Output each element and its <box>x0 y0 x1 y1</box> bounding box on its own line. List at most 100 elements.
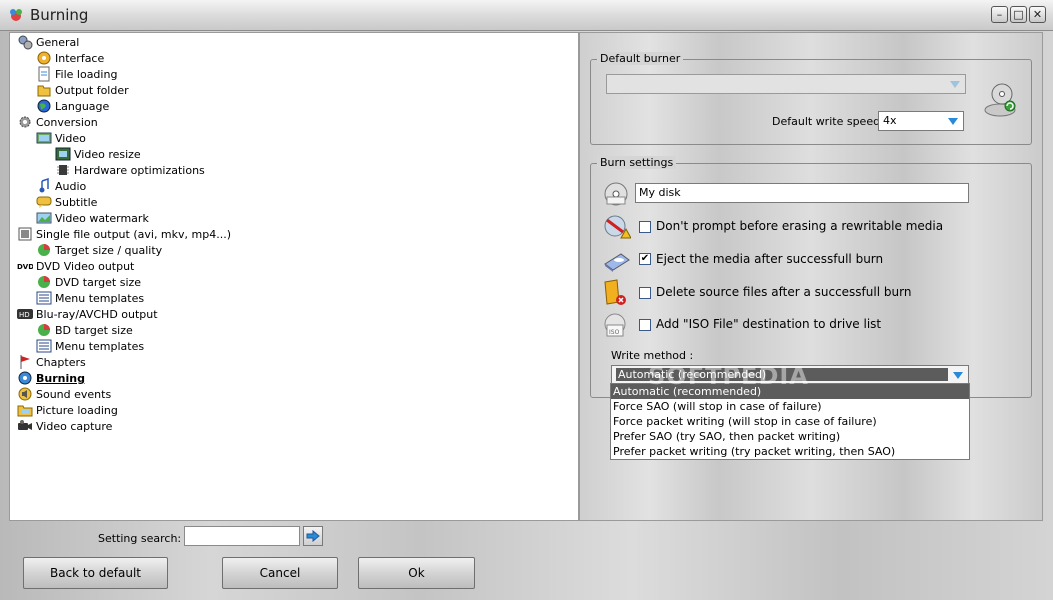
tree-item[interactable]: Video <box>36 130 86 146</box>
dont-prompt-erase-label: Don't prompt before erasing a rewritable… <box>656 219 944 233</box>
tree-item-label: Target size / quality <box>55 243 163 257</box>
tree-item[interactable]: Video capture <box>17 418 112 434</box>
tree-item-label: Menu templates <box>55 339 145 353</box>
burn-settings-title: Burn settings <box>597 156 677 169</box>
tree-item[interactable]: Output folder <box>36 82 129 98</box>
tree-item-label: DVD Video output <box>36 259 135 273</box>
setting-search-input[interactable] <box>184 526 300 546</box>
speech-bubble-icon <box>36 196 52 208</box>
tree-item[interactable]: BD target size <box>36 322 133 338</box>
tree-item[interactable]: Video watermark <box>36 210 149 226</box>
tree-item-label: General <box>36 35 80 49</box>
cancel-button[interactable]: Cancel <box>222 557 338 589</box>
hd-badge-icon: HD <box>17 309 33 319</box>
tree-item[interactable]: File loading <box>36 66 117 82</box>
eject-media-checkbox[interactable]: ✔ <box>639 253 651 265</box>
checkmark: ✔ <box>640 253 650 264</box>
default-burner-title: Default burner <box>597 52 684 65</box>
tree-item-label: File loading <box>55 67 118 81</box>
delete-files-icon <box>604 279 626 305</box>
chevron-down-icon <box>948 118 958 125</box>
dont-prompt-erase-checkbox[interactable] <box>639 221 651 233</box>
tree-item-label: Subtitle <box>55 195 98 209</box>
folder-icon <box>37 85 51 97</box>
hardware-chip-icon <box>57 165 69 175</box>
burner-select[interactable] <box>606 74 966 94</box>
maximize-button[interactable]: □ <box>1010 6 1027 23</box>
dropdown-option[interactable]: Prefer packet writing (try packet writin… <box>611 444 969 459</box>
tree-item-label: Conversion <box>36 115 98 129</box>
tree-item-label: Interface <box>55 51 105 65</box>
disc-drive-icon <box>984 83 1016 117</box>
disc-name-field[interactable]: My disk <box>635 183 969 203</box>
tree-item-label: BD target size <box>55 323 133 337</box>
search-go-button[interactable] <box>303 526 323 546</box>
write-method-label: Write method : <box>611 349 694 362</box>
tree-item[interactable]: Subtitle <box>36 194 97 210</box>
disc-burn-icon <box>18 371 32 385</box>
svg-text:ISO: ISO <box>609 329 620 336</box>
tree-item[interactable]: Hardware optimizations <box>55 162 205 178</box>
film-file-icon <box>18 227 32 241</box>
add-iso-label: Add "ISO File" destination to drive list <box>656 317 882 331</box>
tree-item[interactable]: Audio <box>36 178 86 194</box>
tree-item[interactable]: DVD target size <box>36 274 141 290</box>
setting-search-label: Setting search: <box>98 532 182 545</box>
tree-item[interactable]: Video resize <box>55 146 141 162</box>
tree-item[interactable]: Menu templates <box>36 290 144 306</box>
write-speed-label: Default write speed : <box>772 115 888 128</box>
delete-source-label: Delete source files after a successfull … <box>656 285 912 299</box>
default-burner-group: Default burner Default write speed : 4x <box>590 52 1032 145</box>
tree-item[interactable]: General <box>17 34 79 50</box>
gear-icon <box>19 116 31 128</box>
picture-folder-icon <box>17 405 33 417</box>
write-speed-select[interactable]: 4x <box>878 111 964 131</box>
tree-item[interactable]: HD Blu-ray/AVCHD output <box>17 306 158 322</box>
write-method-dropdown-list[interactable]: Automatic (recommended) Force SAO (will s… <box>610 383 970 460</box>
tree-item[interactable]: Menu templates <box>36 338 144 354</box>
settings-tree[interactable]: General Interface File loading Output folde… <box>9 32 579 521</box>
video-icon <box>36 132 52 144</box>
globe-icon <box>37 99 51 113</box>
chevron-down-icon <box>953 372 963 379</box>
tree-item[interactable]: Target size / quality <box>36 242 162 258</box>
title-bar: Burning – □ ✕ <box>0 0 1053 31</box>
tree-item-label: Single file output (avi, mkv, mp4...) <box>36 227 231 241</box>
add-iso-checkbox[interactable] <box>639 319 651 331</box>
ok-button[interactable]: Ok <box>358 557 475 589</box>
tree-item[interactable]: Chapters <box>17 354 86 370</box>
minimize-button[interactable]: – <box>991 6 1008 23</box>
video-resize-icon <box>55 147 71 161</box>
tree-item[interactable]: Language <box>36 98 109 114</box>
interface-icon <box>37 51 51 65</box>
dropdown-option[interactable]: Force SAO (will stop in case of failure) <box>611 399 969 414</box>
tree-item-label: Video resize <box>74 147 141 161</box>
disc-label-icon <box>604 182 628 206</box>
pie-chart-icon <box>38 244 50 256</box>
svg-text:DVD: DVD <box>17 263 33 271</box>
tree-item-label: Burning <box>36 371 85 385</box>
tree-item[interactable]: Conversion <box>17 114 98 130</box>
tree-item[interactable]: DVD DVD Video output <box>17 258 134 274</box>
tree-item-label: Video <box>55 131 86 145</box>
tree-item-label: Language <box>55 99 110 113</box>
tree-item[interactable]: Sound events <box>17 386 111 402</box>
dvd-logo-icon: DVD <box>17 263 33 271</box>
dropdown-option[interactable]: Prefer SAO (try SAO, then packet writing… <box>611 429 969 444</box>
delete-source-checkbox[interactable] <box>639 287 651 299</box>
tree-item[interactable]: Interface <box>36 50 104 66</box>
window-title: Burning <box>30 6 89 24</box>
tree-item[interactable]: Burning <box>17 370 85 386</box>
eject-media-label: Eject the media after successfull burn <box>656 252 884 266</box>
menu-template-icon <box>36 291 52 305</box>
pie-chart-icon <box>38 324 50 336</box>
back-to-default-button[interactable]: Back to default <box>23 557 168 589</box>
tree-item-label: Video capture <box>36 419 113 433</box>
tree-item[interactable]: Picture loading <box>17 402 118 418</box>
tree-item-label: Video watermark <box>55 211 149 225</box>
erase-warning-icon <box>604 215 631 239</box>
tree-item-label: DVD target size <box>55 275 142 289</box>
tree-item[interactable]: Single file output (avi, mkv, mp4...) <box>17 226 231 242</box>
close-button[interactable]: ✕ <box>1029 6 1046 23</box>
dropdown-option[interactable]: Force packet writing (will stop in case … <box>611 414 969 429</box>
